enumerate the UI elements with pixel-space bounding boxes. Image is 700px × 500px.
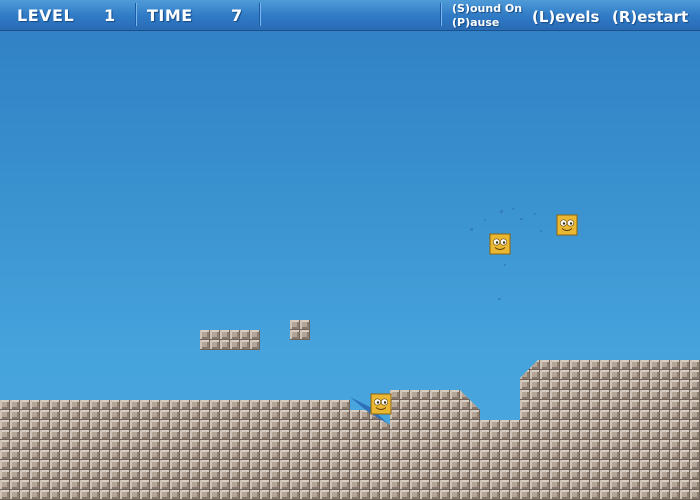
floating-platform [200, 330, 260, 350]
levels-button[interactable]: (L)evels [532, 8, 599, 26]
time-label: TIME [147, 6, 193, 25]
hud-divider [440, 3, 441, 26]
restart-button[interactable]: (R)estart [612, 8, 688, 26]
smiley-block[interactable] [370, 393, 392, 415]
sound-toggle-button[interactable]: (S)ound On [452, 2, 522, 15]
game-scene [0, 208, 700, 500]
level-label: LEVEL [17, 6, 75, 25]
time-value: 7 [231, 6, 243, 25]
hud-divider [135, 3, 136, 26]
hud-bar: LEVEL 1 TIME 7 (S)ound On (P)ause (L)eve… [0, 0, 700, 31]
game-canvas[interactable]: LEVEL 1 TIME 7 (S)ound On (P)ause (L)eve… [0, 0, 700, 500]
hud-divider [259, 3, 260, 26]
floating-block [290, 320, 310, 340]
pause-button[interactable]: (P)ause [452, 16, 499, 29]
level-value: 1 [104, 6, 116, 25]
smiley-block[interactable] [489, 233, 511, 255]
smiley-block[interactable] [556, 214, 578, 236]
ground-terrain [0, 360, 700, 500]
